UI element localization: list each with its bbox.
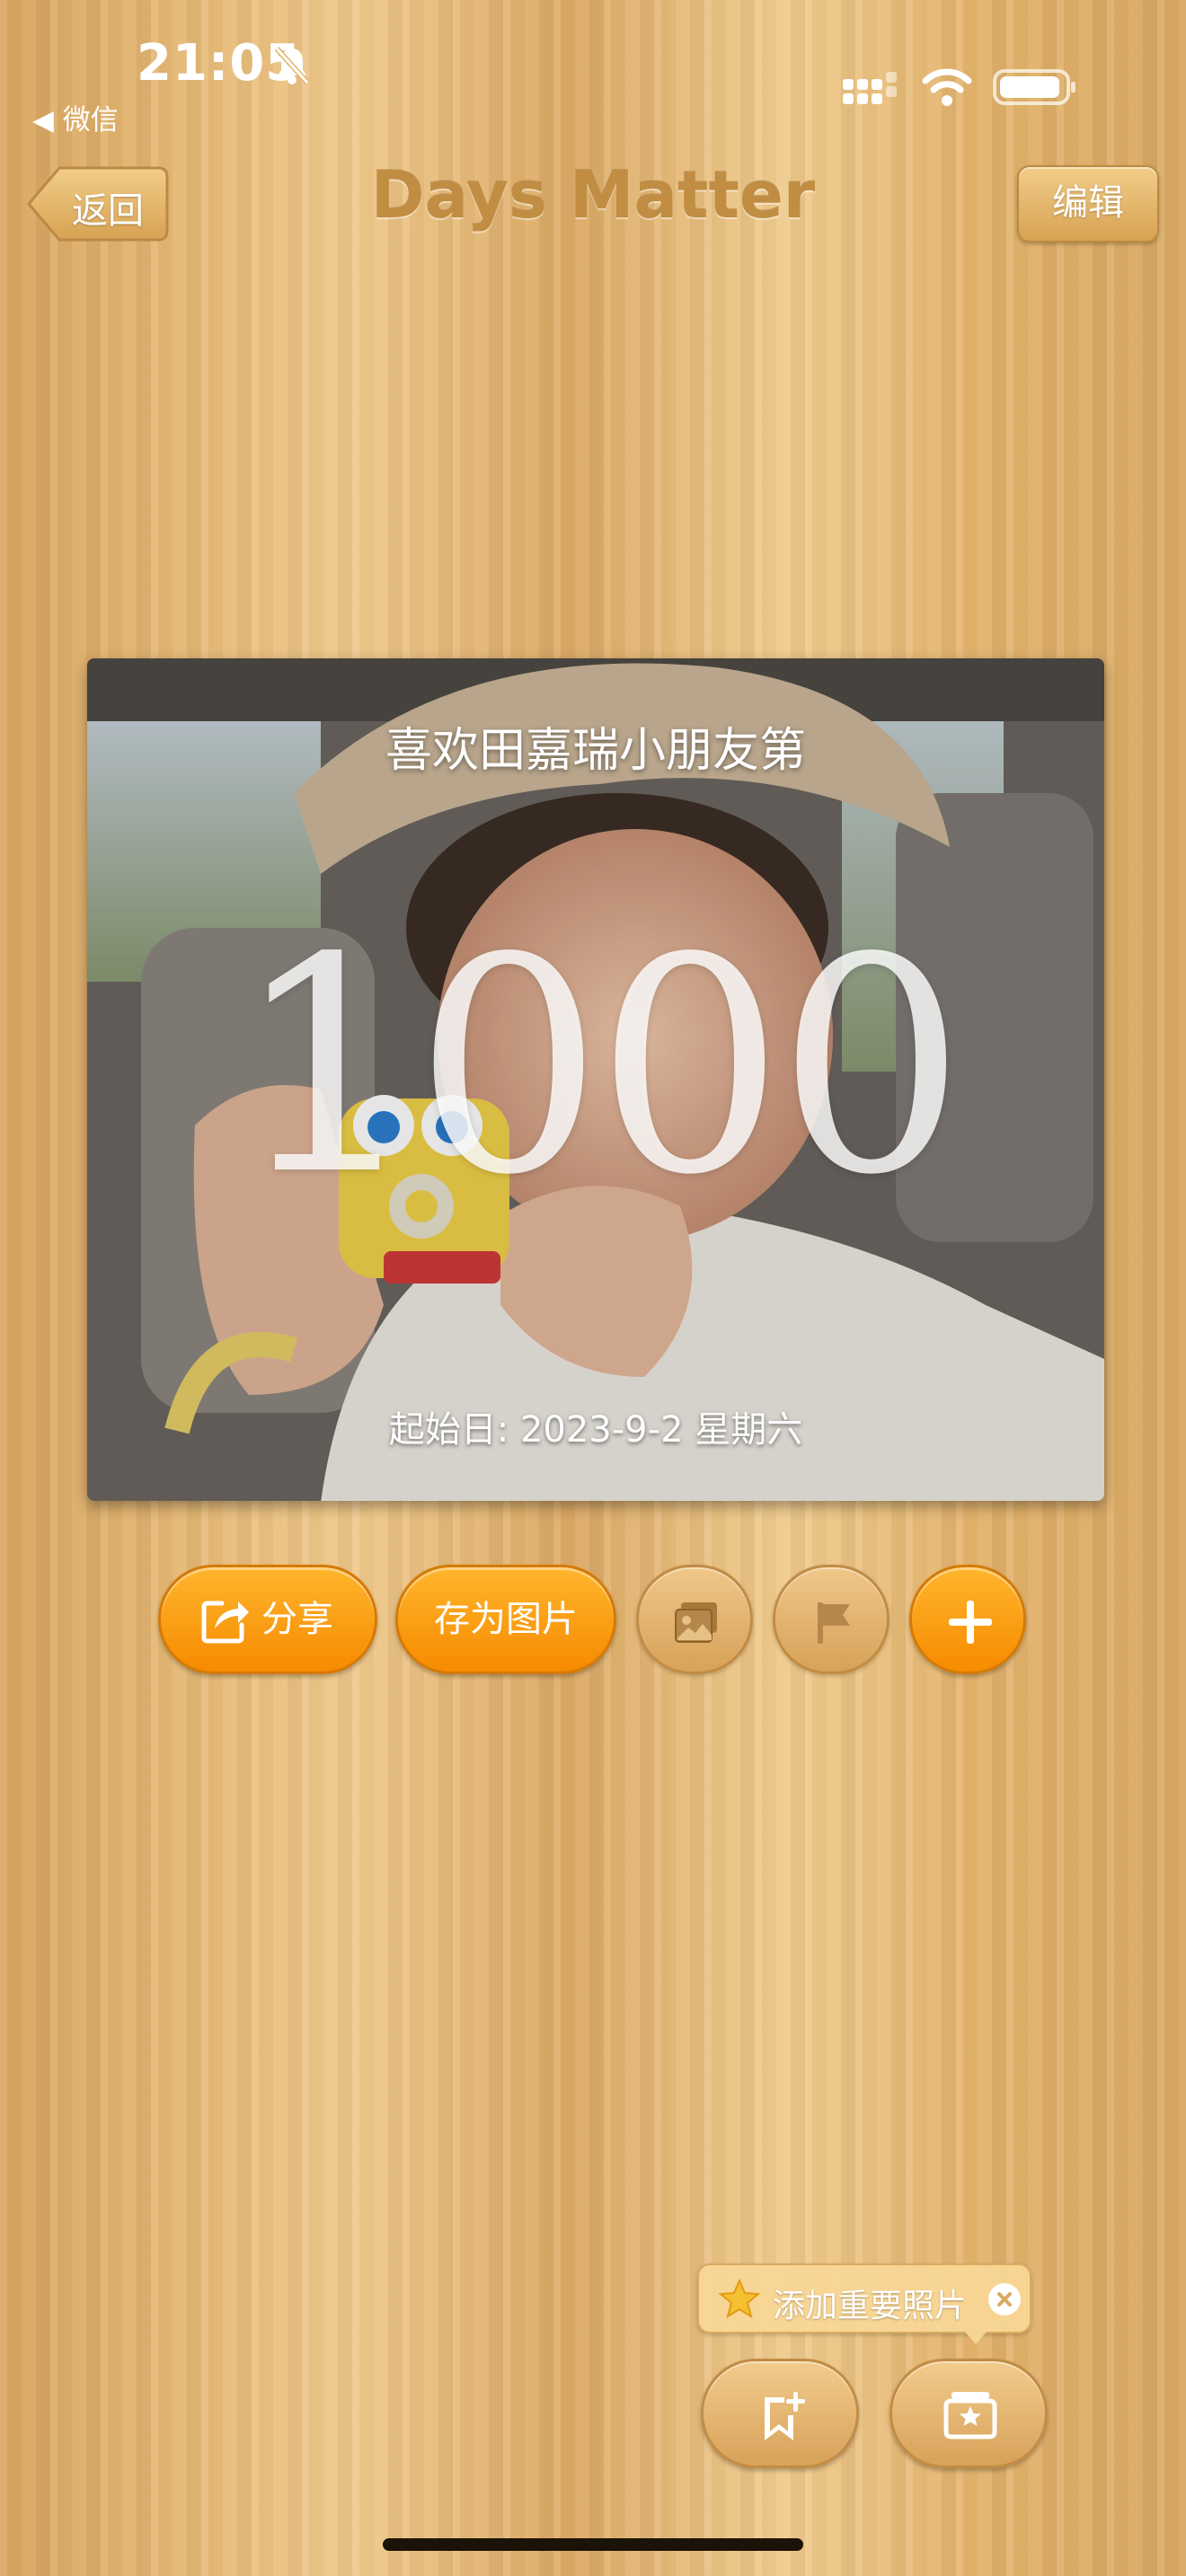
wifi-icon	[922, 68, 972, 106]
start-date: 起始日: 2023-9-2 星期六	[388, 1409, 803, 1451]
back-button[interactable]: 返回	[27, 165, 169, 243]
photo-frame-button[interactable]	[890, 2359, 1048, 2468]
signal-icon	[843, 72, 897, 104]
change-photo-button[interactable]	[636, 1565, 753, 1674]
page-title: Days Matter	[370, 157, 816, 233]
star-icon	[719, 2278, 760, 2319]
back-button-label: 返回	[72, 190, 144, 232]
flag-button[interactable]	[773, 1565, 890, 1674]
photo-icon	[675, 1602, 717, 1643]
save-as-image-button[interactable]: 存为图片	[395, 1565, 616, 1674]
flag-icon	[818, 1602, 850, 1644]
home-indicator[interactable]	[383, 2538, 803, 2551]
status-bar: 21:05 ◀ 微信	[0, 0, 1186, 153]
share-button[interactable]: 分享	[158, 1565, 377, 1674]
close-icon	[997, 2292, 1012, 2307]
plus-icon	[949, 1601, 992, 1644]
tooltip-close-button[interactable]	[988, 2283, 1021, 2316]
edit-button[interactable]: 编辑	[1017, 165, 1159, 243]
add-button[interactable]	[909, 1565, 1026, 1674]
add-photo-tooltip[interactable]: 添加重要照片	[697, 2263, 1031, 2344]
event-card[interactable]: 喜欢田嘉瑞小朋友第 1000 起始日: 2023-9-2 星期六	[87, 658, 1104, 1501]
bell-muted-icon	[274, 46, 310, 85]
share-icon	[201, 1601, 249, 1644]
photo-frame-icon	[943, 2392, 997, 2439]
battery-icon	[993, 69, 1075, 105]
card-title: 喜欢田嘉瑞小朋友第	[385, 724, 806, 778]
share-button-label: 分享	[261, 1599, 333, 1640]
bookmark-add-icon	[765, 2392, 805, 2440]
add-bookmark-button[interactable]	[701, 2359, 859, 2468]
back-to-wechat-link[interactable]: ◀ 微信	[32, 97, 119, 137]
tooltip-text: 添加重要照片	[773, 2288, 968, 2325]
action-bar: 分享 存为图片	[0, 1561, 1186, 1678]
days-count: 1000	[233, 895, 966, 1239]
